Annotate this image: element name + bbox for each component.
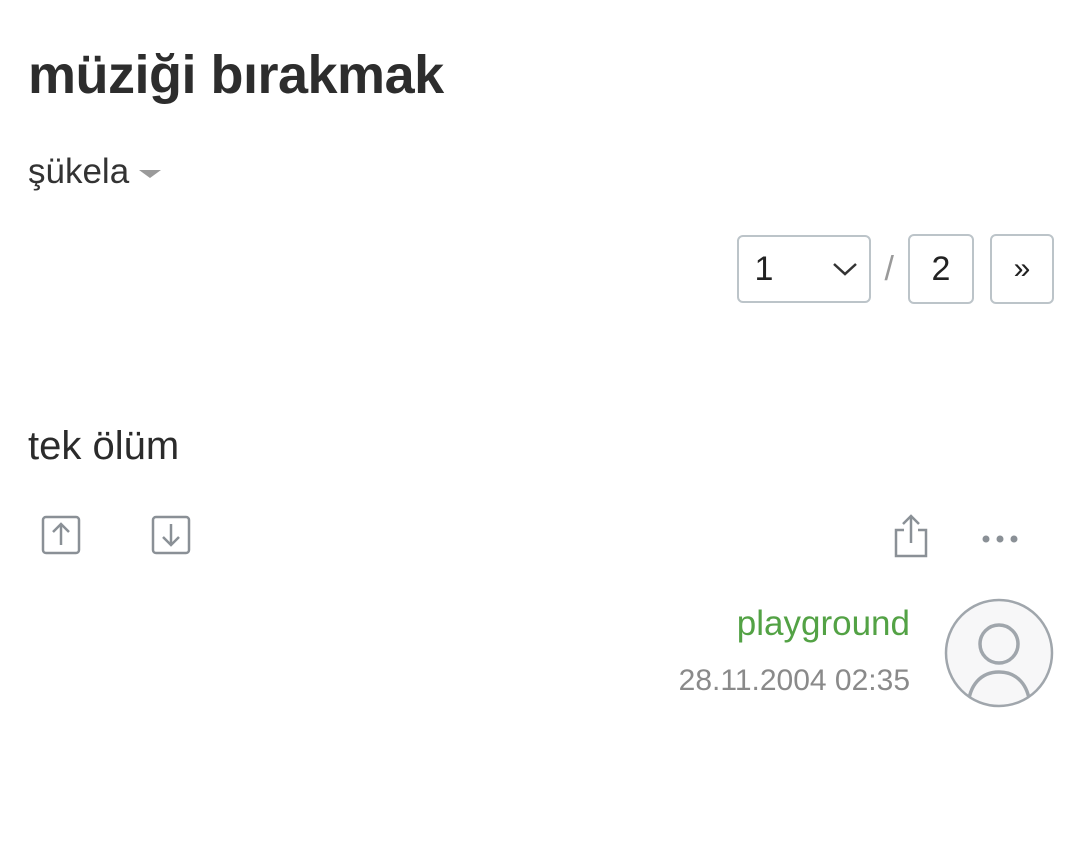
entry-author[interactable]: playground: [737, 604, 910, 644]
downvote-icon: [151, 515, 191, 555]
topic-title[interactable]: müziği bırakmak: [28, 40, 444, 110]
more-options-button[interactable]: [978, 526, 1022, 552]
upvote-icon: [41, 515, 81, 555]
share-icon: [894, 514, 928, 558]
chevron-down-icon: [832, 263, 857, 276]
page-select-value: 1: [754, 249, 774, 288]
caret-down-icon: [139, 170, 162, 178]
user-avatar-icon: [944, 598, 1054, 708]
more-icon: [982, 535, 1018, 543]
last-page-button[interactable]: 2: [908, 234, 974, 304]
pagination: 1 / 2 »: [736, 234, 1054, 304]
entry-date[interactable]: 28.11.2004 02:35: [679, 664, 910, 698]
next-page-button[interactable]: »: [990, 234, 1054, 304]
avatar[interactable]: [944, 598, 1054, 708]
downvote-button[interactable]: [150, 514, 192, 556]
page-separator: /: [884, 249, 894, 288]
sort-dropdown[interactable]: şükela: [28, 152, 162, 192]
share-button[interactable]: [890, 512, 932, 560]
entry-content: tek ölüm: [28, 424, 180, 468]
sort-label: şükela: [28, 152, 130, 191]
page-select[interactable]: 1: [736, 235, 871, 303]
upvote-button[interactable]: [40, 514, 82, 556]
